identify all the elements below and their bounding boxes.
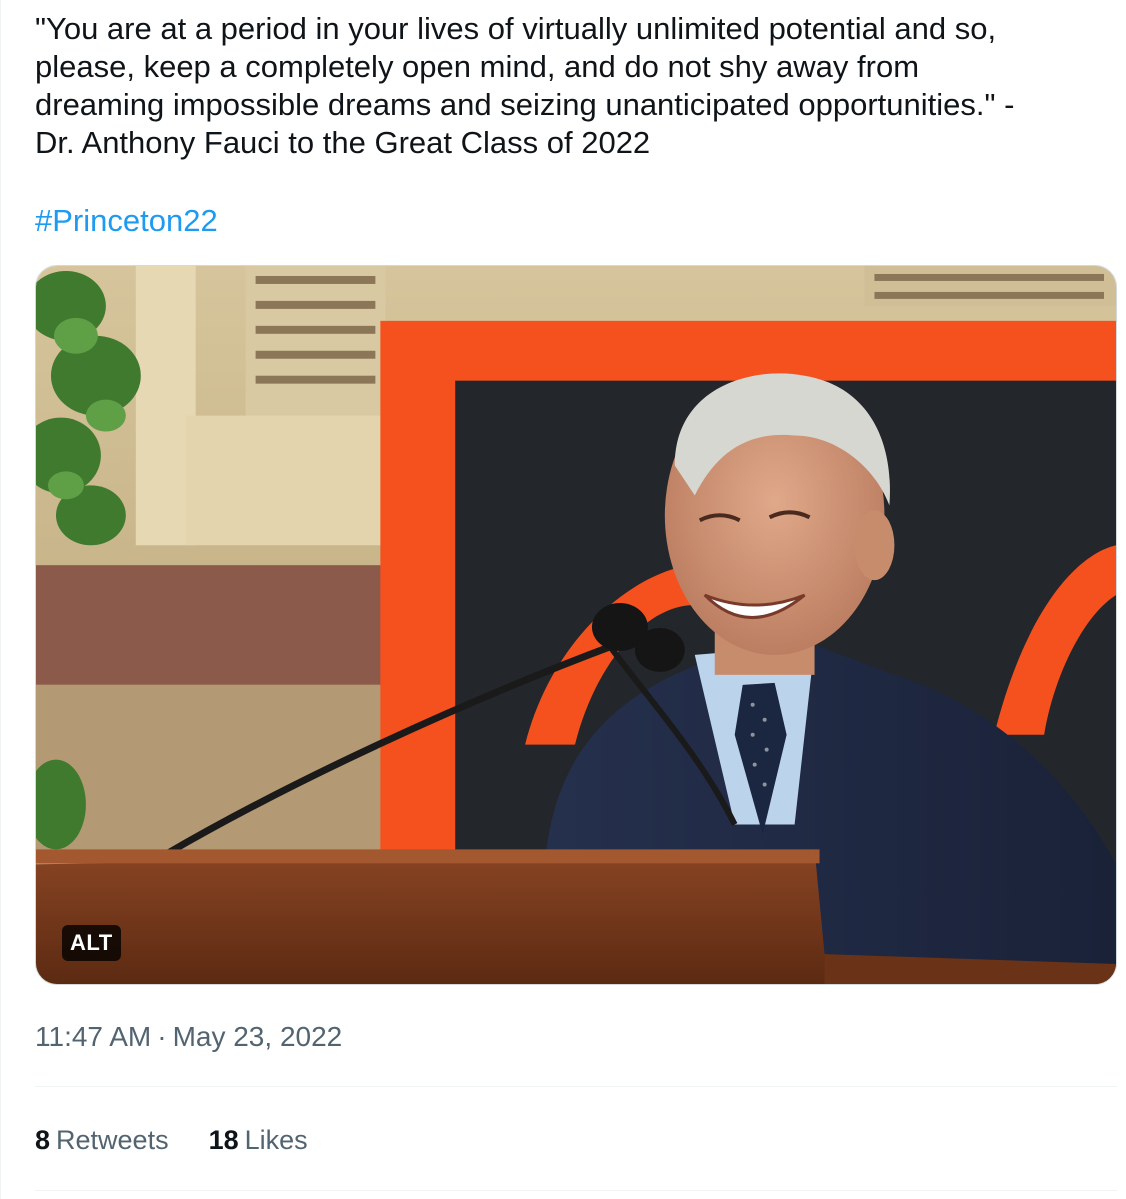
photo-image	[36, 266, 1116, 984]
likes-stat[interactable]: 18 Likes	[209, 1120, 308, 1160]
likes-label: Likes	[244, 1125, 308, 1155]
hashtag-link[interactable]: #Princeton22	[35, 201, 218, 241]
tweet-detail: "You are at a period in your lives of vi…	[0, 0, 1126, 1199]
divider	[35, 1190, 1117, 1191]
retweets-label: Retweets	[56, 1125, 169, 1155]
tweet-stats: 8 Retweets 18 Likes	[35, 1120, 308, 1160]
tweet-timestamp: 11:47 AM · May 23, 2022	[35, 1017, 342, 1057]
likes-count: 18	[208, 1125, 239, 1155]
meta-separator: ·	[157, 1021, 167, 1052]
alt-text-badge[interactable]: ALT	[62, 925, 121, 961]
tweet-photo[interactable]: ALT	[35, 265, 1117, 985]
retweets-count: 8	[35, 1125, 51, 1155]
tweet-time[interactable]: 11:47 AM	[35, 1021, 151, 1052]
divider	[35, 1086, 1117, 1087]
tweet-text: "You are at a period in your lives of vi…	[35, 11, 1015, 160]
retweets-stat[interactable]: 8 Retweets	[35, 1120, 169, 1160]
tweet-date[interactable]: May 23, 2022	[173, 1021, 343, 1052]
